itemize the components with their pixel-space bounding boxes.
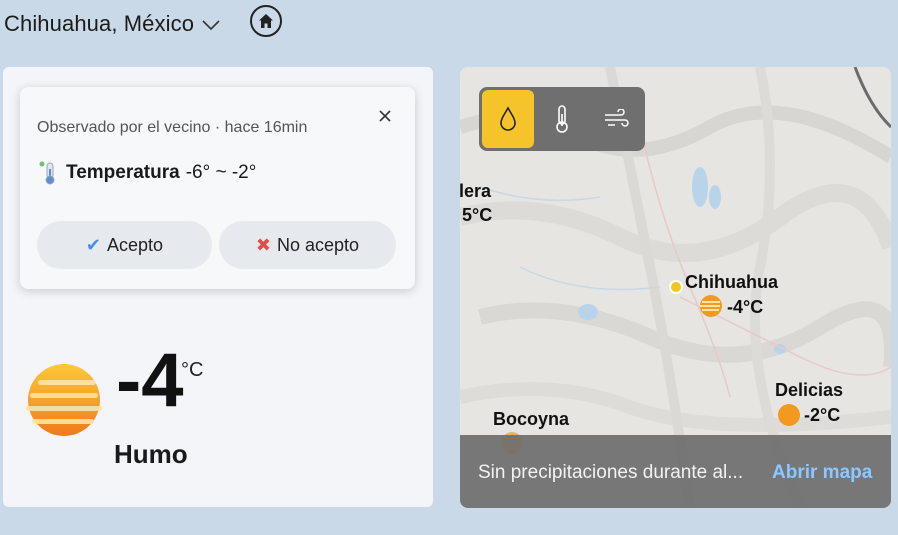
map-layer-selector bbox=[479, 87, 645, 151]
home-button[interactable] bbox=[250, 5, 282, 37]
temperature-label: Temperatura bbox=[66, 162, 180, 183]
map-place-temp: -4°C bbox=[727, 297, 764, 317]
map-place-name: Chihuahua bbox=[685, 272, 778, 292]
map-place-temp: 5°C bbox=[462, 205, 493, 225]
location-selector[interactable]: Chihuahua, México bbox=[4, 6, 220, 42]
home-icon bbox=[259, 14, 273, 28]
map-place-temp: -2°C bbox=[804, 405, 841, 425]
haze-sun-icon bbox=[700, 295, 722, 317]
accept-button[interactable]: ✔ Acepto bbox=[37, 221, 212, 269]
thermometer-icon bbox=[556, 105, 568, 133]
location-name: Chihuahua, México bbox=[4, 11, 195, 36]
wind-icon bbox=[605, 109, 629, 127]
close-icon[interactable] bbox=[376, 107, 394, 125]
water-drop-icon bbox=[500, 106, 516, 131]
layer-precipitation-button[interactable] bbox=[482, 90, 534, 148]
temperature-range: -6° ~ -2° bbox=[185, 162, 257, 183]
layer-wind-button[interactable] bbox=[590, 90, 642, 148]
chevron-down-icon bbox=[202, 20, 220, 31]
open-map-link[interactable]: Abrir mapa bbox=[772, 462, 872, 484]
weather-map[interactable]: lera 5°C Chihuahua -4°C Delicias -2°C Bo… bbox=[460, 67, 891, 508]
map-place-name: lera bbox=[460, 181, 492, 201]
sun-icon bbox=[778, 404, 800, 426]
cross-icon: ✖ bbox=[255, 235, 272, 255]
weather-condition: Humo bbox=[114, 439, 188, 469]
observed-temperature-row: Temperatura -6° ~ -2° bbox=[38, 160, 256, 186]
observation-source: Observado por el vecino · hace 16min bbox=[37, 119, 308, 136]
location-marker[interactable] bbox=[669, 280, 683, 294]
reject-label: No acepto bbox=[277, 234, 360, 255]
map-footer: Sin precipitaciones durante al... Abrir … bbox=[460, 435, 891, 508]
haze-sun-icon bbox=[26, 364, 102, 436]
reject-button[interactable]: ✖ No acepto bbox=[219, 221, 396, 269]
temperature-unit: °C bbox=[181, 359, 204, 381]
precipitation-summary: Sin precipitaciones durante al... bbox=[478, 462, 744, 483]
neighbor-observation-popup: Observado por el vecino · hace 16min Tem… bbox=[20, 87, 415, 289]
map-place-name: Bocoyna bbox=[493, 409, 570, 429]
layer-temperature-button[interactable] bbox=[536, 90, 588, 148]
accept-label: Acepto bbox=[107, 234, 164, 255]
check-icon: ✔ bbox=[85, 235, 102, 255]
current-temperature: -4 bbox=[116, 338, 184, 423]
map-place-name: Delicias bbox=[775, 380, 844, 400]
thermometer-icon bbox=[39, 161, 55, 185]
